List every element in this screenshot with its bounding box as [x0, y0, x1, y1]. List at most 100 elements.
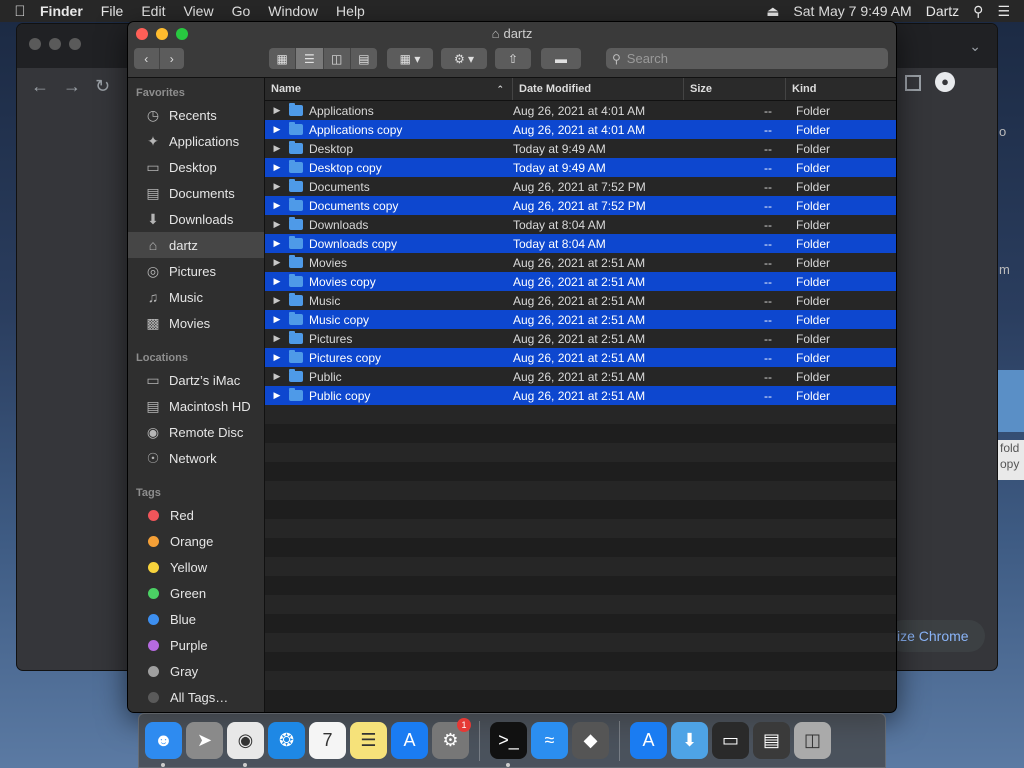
menu-window[interactable]: Window — [268, 3, 318, 19]
eject-icon[interactable]: ⏏ — [766, 3, 779, 20]
back-arrow-icon[interactable]: ← — [31, 76, 49, 97]
table-row[interactable]: ▶ Documents copy Aug 26, 2021 at 7:52 PM… — [265, 196, 896, 215]
sidebar-item-music[interactable]: ♫ Music — [128, 284, 264, 310]
dock-item-chrome[interactable]: ◉ — [227, 722, 264, 767]
dock-item-terminal[interactable]: >_ — [490, 722, 527, 767]
sidebar-item-desktop[interactable]: ▭ Desktop — [128, 154, 264, 180]
dock-item-app-store-2[interactable]: A — [630, 722, 667, 759]
dock-item-finder[interactable]: ☻ — [145, 722, 182, 767]
sidebar-tag-alltags[interactable]: All Tags… — [128, 684, 264, 710]
search-input[interactable] — [624, 50, 869, 67]
dock-item-system-preferences[interactable]: ⚙ 1 — [432, 718, 471, 759]
forward-button[interactable]: › — [160, 48, 185, 69]
sidebar-tag-blue[interactable]: Blue — [128, 606, 264, 632]
table-row[interactable]: ▶ Movies copy Aug 26, 2021 at 2:51 AM --… — [265, 272, 896, 291]
menu-view[interactable]: View — [183, 3, 213, 19]
disclosure-triangle-icon[interactable]: ▶ — [265, 162, 289, 173]
disclosure-triangle-icon[interactable]: ▶ — [265, 352, 289, 363]
search-field[interactable]: ⚲ — [606, 48, 888, 69]
disclosure-triangle-icon[interactable]: ▶ — [265, 257, 289, 268]
menu-edit[interactable]: Edit — [141, 3, 165, 19]
icon-view-button[interactable]: ▦ — [269, 48, 297, 69]
share-button[interactable]: ⇧ — [495, 48, 531, 69]
profile-avatar-icon[interactable]: ● — [935, 72, 955, 92]
dock-item-safari[interactable]: ❂ — [268, 722, 305, 759]
dock-item-calendar[interactable]: 7 — [309, 722, 346, 759]
column-header-date[interactable]: Date Modified — [513, 78, 684, 100]
disclosure-triangle-icon[interactable]: ▶ — [265, 181, 289, 192]
edit-tags-button[interactable]: ▬ — [541, 48, 581, 69]
column-header-kind[interactable]: Kind — [786, 78, 896, 100]
chrome-minimize-button[interactable] — [49, 38, 61, 50]
disclosure-triangle-icon[interactable]: ▶ — [265, 219, 289, 230]
table-row[interactable]: ▶ Desktop Today at 9:49 AM -- Folder — [265, 139, 896, 158]
side-panel-icon[interactable] — [905, 75, 921, 91]
user-menu[interactable]: Dartz — [926, 3, 959, 19]
table-row[interactable]: ▶ Desktop copy Today at 9:49 AM -- Folde… — [265, 158, 896, 177]
table-row[interactable]: ▶ Pictures copy Aug 26, 2021 at 2:51 AM … — [265, 348, 896, 367]
tab-search-chevron-icon[interactable]: ⌄ — [969, 38, 981, 55]
sidebar-item-dartz[interactable]: ⌂ dartz — [128, 232, 264, 258]
dock-item-wireless-diagnostics[interactable]: ≈ — [531, 722, 568, 759]
menu-file[interactable]: File — [101, 3, 124, 19]
gallery-view-button[interactable]: ▤ — [351, 48, 377, 69]
disclosure-triangle-icon[interactable]: ▶ — [265, 105, 289, 116]
sidebar-tag-yellow[interactable]: Yellow — [128, 554, 264, 580]
sidebar-tag-green[interactable]: Green — [128, 580, 264, 606]
disclosure-triangle-icon[interactable]: ▶ — [265, 295, 289, 306]
sidebar-item-downloads[interactable]: ⬇ Downloads — [128, 206, 264, 232]
control-center-icon[interactable]: ☰ — [997, 3, 1010, 20]
disclosure-triangle-icon[interactable]: ▶ — [265, 200, 289, 211]
menu-go[interactable]: Go — [232, 3, 251, 19]
disclosure-triangle-icon[interactable]: ▶ — [265, 371, 289, 382]
table-row[interactable]: ▶ Public copy Aug 26, 2021 at 2:51 AM --… — [265, 386, 896, 405]
sidebar-item-applications[interactable]: ✦ Applications — [128, 128, 264, 154]
sidebar-tag-gray[interactable]: Gray — [128, 658, 264, 684]
sidebar-tag-orange[interactable]: Orange — [128, 528, 264, 554]
clock-text[interactable]: Sat May 7 9:49 AM — [793, 3, 911, 19]
column-header-size[interactable]: Size — [684, 78, 786, 100]
sidebar-tag-red[interactable]: Red — [128, 502, 264, 528]
table-row[interactable]: ▶ Pictures Aug 26, 2021 at 2:51 AM -- Fo… — [265, 329, 896, 348]
list-view-button[interactable]: ☰ — [296, 48, 324, 69]
dock-item-downloads-folder[interactable]: ⬇ — [671, 722, 708, 759]
action-menu-button[interactable]: ⚙ ▾ — [441, 48, 487, 69]
apple-menu-icon[interactable]:  — [0, 3, 40, 20]
dock-item-notes[interactable]: ☰ — [350, 722, 387, 759]
sidebar-item-network[interactable]: ☉ Network — [128, 445, 264, 471]
sidebar-item-movies[interactable]: ▩ Movies — [128, 310, 264, 336]
table-row[interactable]: ▶ Downloads Today at 8:04 AM -- Folder — [265, 215, 896, 234]
reload-icon[interactable]: ↻ — [95, 76, 110, 97]
sidebar-item-remote-disc[interactable]: ◉ Remote Disc — [128, 419, 264, 445]
table-row[interactable]: ▶ Public Aug 26, 2021 at 2:51 AM -- Fold… — [265, 367, 896, 386]
table-row[interactable]: ▶ Movies Aug 26, 2021 at 2:51 AM -- Fold… — [265, 253, 896, 272]
dock-item-chrome-window[interactable]: ▭ — [712, 722, 749, 759]
back-button[interactable]: ‹ — [134, 48, 160, 69]
forward-arrow-icon[interactable]: → — [63, 76, 81, 97]
spotlight-search-icon[interactable]: ⚲ — [973, 3, 983, 20]
sidebar-tag-purple[interactable]: Purple — [128, 632, 264, 658]
chrome-zoom-button[interactable] — [69, 38, 81, 50]
table-row[interactable]: ▶ Documents Aug 26, 2021 at 7:52 PM -- F… — [265, 177, 896, 196]
dock-item-app-store[interactable]: A — [391, 722, 428, 759]
menu-finder[interactable]: Finder — [40, 3, 83, 19]
disclosure-triangle-icon[interactable]: ▶ — [265, 390, 289, 401]
disclosure-triangle-icon[interactable]: ▶ — [265, 276, 289, 287]
table-row[interactable]: ▶ Music copy Aug 26, 2021 at 2:51 AM -- … — [265, 310, 896, 329]
disclosure-triangle-icon[interactable]: ▶ — [265, 333, 289, 344]
dock-item-stack[interactable]: ▤ — [753, 722, 790, 759]
sidebar-item-dartz-s-imac[interactable]: ▭ Dartz’s iMac — [128, 367, 264, 393]
disclosure-triangle-icon[interactable]: ▶ — [265, 314, 289, 325]
disclosure-triangle-icon[interactable]: ▶ — [265, 124, 289, 135]
sidebar-item-recents[interactable]: ◷ Recents — [128, 102, 264, 128]
table-row[interactable]: ▶ Downloads copy Today at 8:04 AM -- Fol… — [265, 234, 896, 253]
sidebar-item-macintosh-hd[interactable]: ▤ Macintosh HD — [128, 393, 264, 419]
chrome-close-button[interactable] — [29, 38, 41, 50]
customize-chrome-button[interactable]: ize Chrome — [887, 620, 985, 652]
dock-item-utility[interactable]: ◆ — [572, 722, 609, 759]
column-view-button[interactable]: ◫ — [324, 48, 351, 69]
dock-item-launchpad[interactable]: ➤ — [186, 722, 223, 759]
dock-item-trash[interactable]: ◫ — [794, 722, 831, 759]
column-header-name[interactable]: Name ⌃ — [265, 78, 513, 100]
table-row[interactable]: ▶ Applications copy Aug 26, 2021 at 4:01… — [265, 120, 896, 139]
